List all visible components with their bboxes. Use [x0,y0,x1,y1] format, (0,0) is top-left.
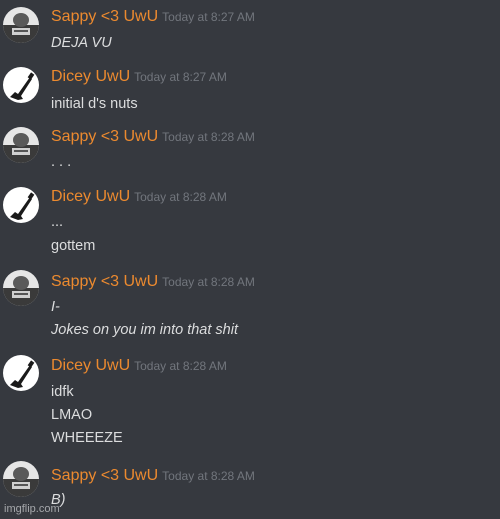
message-author[interactable]: Dicey UwU [51,357,130,374]
message-author[interactable]: Sappy <3 UwU [51,467,158,484]
message-timestamp: Today at 8:27 AM [134,70,227,84]
sappy-avatar-icon[interactable] [3,127,39,163]
sappy-avatar-icon[interactable] [3,7,39,43]
message-timestamp: Today at 8:28 AM [162,275,255,289]
message-author[interactable]: Dicey UwU [51,188,130,205]
guitar-avatar-icon[interactable] [3,355,39,391]
message-author[interactable]: Dicey UwU [51,68,130,85]
message-text: LMAO [51,407,93,423]
message-author[interactable]: Sappy <3 UwU [51,8,158,25]
sappy-avatar-icon[interactable] [3,270,39,306]
message-text: idfk [51,384,74,400]
message-timestamp: Today at 8:28 AM [134,359,227,373]
message-author[interactable]: Sappy <3 UwU [51,128,158,145]
message-text: Jokes on you im into that shit [51,322,238,338]
message-text: initial d's nuts [51,96,138,112]
message-text: ... [51,214,64,230]
message-text: WHEEEZE [51,430,123,446]
message-timestamp: Today at 8:28 AM [162,130,255,144]
message-text: . . . [51,154,72,170]
message-timestamp: Today at 8:28 AM [134,190,227,204]
guitar-avatar-icon[interactable] [3,187,39,223]
message-text: gottem [51,238,96,254]
message-timestamp: Today at 8:27 AM [162,10,255,24]
message-text: I- [51,299,60,315]
imgflip-watermark: imgflip.com [4,503,60,515]
message-text: DEJA VU [51,35,112,51]
chat-log: Sappy <3 UwU Today at 8:27 AM DEJA VU Dic… [0,0,500,519]
message-timestamp: Today at 8:28 AM [162,469,255,483]
sappy-avatar-icon[interactable] [3,461,39,497]
message-author[interactable]: Sappy <3 UwU [51,273,158,290]
guitar-avatar-icon[interactable] [3,67,39,103]
